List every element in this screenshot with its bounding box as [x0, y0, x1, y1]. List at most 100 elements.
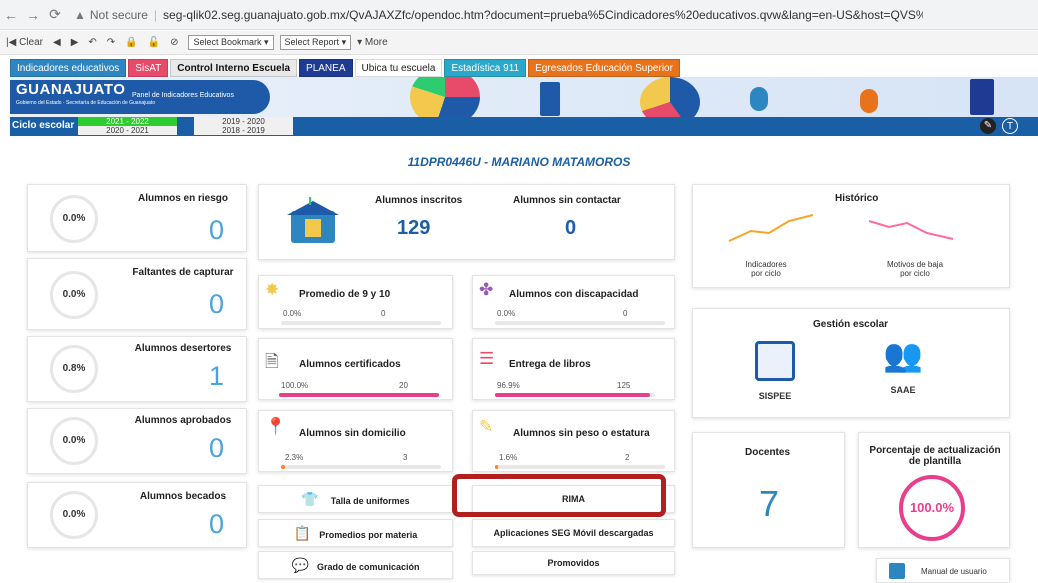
indicadores-ciclo-link[interactable]: Indicadores por ciclo — [723, 211, 823, 281]
people-decoration-icon — [750, 87, 768, 111]
card-alumnos-en-riesgo[interactable]: 0.0% Alumnos en riesgo 0 — [27, 184, 247, 252]
eraser-icon[interactable]: ✎ — [980, 118, 996, 134]
metric-count: 125 — [617, 381, 631, 390]
clipboard-icon: 📋 — [293, 525, 312, 541]
seg-movil-button[interactable]: Aplicaciones SEG Móvil descargadas — [472, 519, 675, 547]
card-title: Alumnos en riesgo — [137, 193, 228, 204]
percent-ring: 0.8% — [50, 345, 98, 393]
clipboard-pencil-icon: ✎ — [479, 417, 494, 436]
metric-percent: 0.0% — [497, 309, 516, 318]
warning-icon[interactable]: ▲ — [74, 8, 86, 22]
tab-planea[interactable]: PLANEA — [299, 59, 353, 77]
cycle-option-2019[interactable]: 2019 - 2020 — [194, 117, 293, 126]
tab-control-interno[interactable]: Control Interno Escuela — [170, 59, 298, 77]
back-icon[interactable]: ← — [0, 7, 22, 23]
redo-icon[interactable]: ↷ — [107, 37, 115, 48]
docentes-value: 7 — [759, 483, 780, 524]
tab-estadistica[interactable]: Estadística 911 — [444, 59, 527, 77]
manual-usuario-button[interactable]: Manual de usuario — [876, 558, 1010, 583]
card-alumnos-becados[interactable]: 0.0% Alumnos becados 0 — [27, 482, 247, 548]
metric-progress — [495, 393, 655, 397]
promedios-materia-button[interactable]: 📋 Promedios por materia — [258, 519, 453, 547]
metric-title: Alumnos certificados — [299, 359, 401, 370]
button-label: Promovidos — [547, 558, 600, 568]
metric-progress — [279, 393, 439, 397]
certificate-icon: 🗎 — [265, 352, 279, 371]
card-entrega-libros[interactable]: ☰ Entrega de libros 96.9% 125 — [472, 338, 675, 400]
metric-title: Entrega de libros — [509, 359, 591, 370]
card-sin-domicilio[interactable]: 📍 Alumnos sin domicilio 2.3% 3 — [258, 410, 453, 472]
bookmark-select[interactable]: Select Bookmark ▾ — [188, 35, 274, 50]
link-label: Motivos de baja por ciclo — [886, 260, 944, 278]
card-value: 0 — [208, 215, 224, 245]
uniform-icon: 👕 — [301, 491, 319, 507]
panel-title: Panel de Indicadores Educativos — [132, 92, 234, 99]
star-burst-icon: ✸ — [265, 280, 280, 299]
cycle-option-2018[interactable]: 2018 - 2019 — [194, 126, 293, 135]
undo-icon[interactable]: ↶ — [88, 37, 96, 48]
card-value: 0 — [208, 433, 224, 463]
manual-icon — [889, 563, 905, 579]
lock-icon[interactable]: 🔒 — [125, 37, 137, 48]
people-decoration-icon — [860, 89, 878, 113]
saae-link[interactable]: 👥 SAAE — [873, 335, 933, 415]
progress-fill — [495, 393, 651, 397]
card-alumnos-aprobados[interactable]: 0.0% Alumnos aprobados 0 — [27, 408, 247, 474]
unlock-icon[interactable]: 🔓 — [148, 37, 160, 48]
card-alumnos-inscritos[interactable]: Alumnos inscritos 129 Alumnos sin contac… — [258, 184, 675, 260]
percent-ring: 0.0% — [50, 271, 98, 319]
logo-subtitle: Gobierno del Estado · Secretaría de Educ… — [16, 100, 155, 106]
card-value: 0 — [208, 289, 224, 319]
school-building-icon — [283, 197, 343, 249]
back-selection-icon[interactable]: ◀ — [53, 37, 61, 48]
grado-comunicacion-button[interactable]: 💬 Grado de comunicación — [258, 551, 453, 579]
filter-icon[interactable]: T — [1002, 118, 1018, 134]
report-select[interactable]: Select Report ▾ — [279, 35, 352, 50]
card-certificados[interactable]: 🗎 Alumnos certificados 100.0% 20 — [258, 338, 453, 400]
card-faltantes-de-capturar[interactable]: 0.0% Faltantes de capturar 0 — [27, 258, 247, 330]
metric-count: 20 — [399, 381, 408, 390]
cycle-option-2020[interactable]: 2020 - 2021 — [78, 126, 177, 135]
metric-title: Alumnos con discapacidad — [509, 289, 639, 300]
button-label: Grado de comunicación — [316, 562, 420, 572]
address-bar[interactable]: seg-qlik02.seg.guanajuato.gob.mx/QvAJAXZ… — [163, 8, 923, 22]
pie-decoration-icon — [410, 77, 480, 117]
cycle-option-2021[interactable]: 2021 - 2022 — [78, 117, 177, 126]
button-label: Promedios por materia — [319, 530, 418, 540]
card-discapacidad[interactable]: ✤ Alumnos con discapacidad 0.0% 0 — [472, 275, 675, 329]
card-docentes[interactable]: Docentes 7 — [692, 432, 845, 548]
cycle-selector: Ciclo escolar 2021 - 2022 2020 - 2021 20… — [10, 117, 1038, 136]
tab-sisat[interactable]: SisAT — [128, 59, 169, 77]
clear-label: Clear — [19, 37, 43, 48]
group-icon: 👥 — [883, 337, 923, 373]
manual-label: Manual de usuario — [921, 567, 987, 576]
promovidos-button[interactable]: Promovidos — [472, 551, 675, 575]
card-promedio-9-10[interactable]: ✸ Promedio de 9 y 10 0.0% 0 — [258, 275, 453, 329]
qlikview-toolbar: |◀ Clear ◀ ▶ ↶ ↷ 🔒 🔓 ⊘ Select Bookmark ▾… — [0, 31, 1038, 55]
books-icon: ☰ — [479, 349, 495, 368]
more-menu[interactable]: ▾ More — [357, 37, 388, 48]
tab-indicadores[interactable]: Indicadores educativos — [10, 59, 127, 77]
forward-selection-icon[interactable]: ▶ — [71, 37, 79, 48]
security-status[interactable]: Not secure — [90, 8, 148, 22]
chat-person-icon: 💬 — [291, 557, 309, 573]
enrolled-title: Alumnos inscritos — [375, 195, 463, 206]
sispee-link[interactable]: SISPEE — [745, 335, 805, 415]
card-alumnos-desertores[interactable]: 0.8% Alumnos desertores 1 — [27, 336, 247, 402]
metric-percent: 2.3% — [285, 453, 304, 462]
card-sin-peso-estatura[interactable]: ✎ Alumnos sin peso o estatura 1.6% 2 — [472, 410, 675, 472]
talla-uniformes-button[interactable]: 👕 Talla de uniformes — [258, 485, 453, 513]
gestion-title: Gestión escolar — [813, 319, 889, 330]
card-title: Alumnos aprobados — [134, 415, 232, 426]
card-actualizacion-plantilla[interactable]: Porcentaje de actualización de plantilla… — [858, 432, 1010, 548]
card-value: 1 — [208, 361, 224, 391]
motivos-baja-link[interactable]: Motivos de baja por ciclo — [863, 211, 963, 281]
tab-ubica[interactable]: Ubica tu escuela — [354, 59, 443, 77]
clear-all-icon[interactable]: ⊘ — [170, 37, 178, 48]
percent-ring: 100.0% — [899, 475, 965, 541]
clear-button[interactable]: |◀ Clear — [6, 37, 43, 48]
forward-icon[interactable]: → — [22, 7, 44, 23]
card-value: 0 — [208, 509, 224, 539]
tab-egresados[interactable]: Egresados Educación Superior — [528, 59, 680, 77]
reload-icon[interactable]: ⟳ — [44, 6, 66, 23]
